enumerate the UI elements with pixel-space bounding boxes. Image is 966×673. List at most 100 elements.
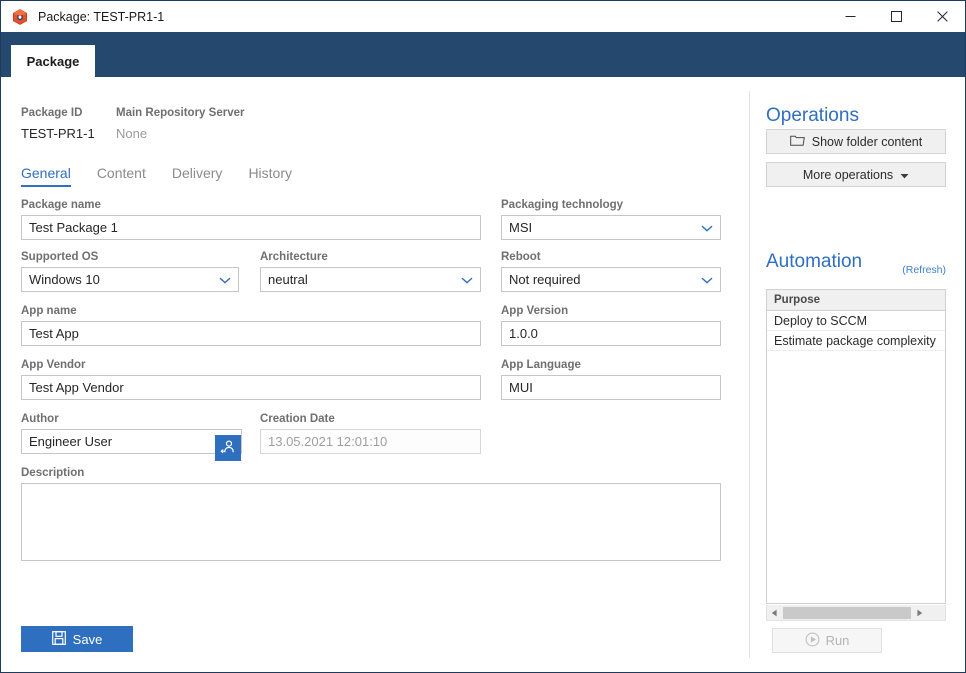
description-textarea[interactable] — [21, 483, 721, 561]
reboot-value: Not required — [509, 272, 581, 287]
repository-label: Main Repository Server — [116, 107, 245, 119]
scroll-left-arrow-icon[interactable] — [767, 606, 782, 620]
scroll-right-arrow-icon[interactable] — [912, 606, 927, 620]
meta-repository: Main Repository Server None — [116, 107, 244, 141]
run-button-label: Run — [825, 633, 850, 648]
packaging-technology-label: Packaging technology — [501, 199, 624, 211]
tab-package[interactable]: Package — [11, 45, 95, 77]
table-row[interactable]: Deploy to SCCM — [767, 311, 945, 331]
subtab-bar: General Content Delivery History — [21, 165, 292, 187]
window-title: Package: TEST-PR1-1 — [38, 9, 165, 24]
subtab-history[interactable]: History — [248, 165, 292, 187]
window-body: Package ID TEST-PR1-1 Main Repository Se… — [1, 77, 965, 672]
app-version-input[interactable] — [501, 321, 721, 346]
chevron-down-icon — [701, 220, 713, 235]
field-app-vendor: App Vendor — [21, 359, 481, 400]
titlebar: Package: TEST-PR1-1 — [1, 1, 965, 32]
maximize-icon[interactable] — [873, 1, 919, 32]
supported-os-select[interactable]: Windows 10 — [21, 267, 239, 292]
author-input[interactable] — [21, 429, 242, 454]
run-button: Run — [772, 628, 882, 653]
scrollbar-thumb[interactable] — [783, 606, 911, 619]
show-folder-content-button[interactable]: Show folder content — [766, 129, 946, 154]
automation-row-purpose: Deploy to SCCM — [774, 313, 868, 328]
packaging-technology-value: MSI — [509, 220, 533, 235]
author-picker-button[interactable] — [215, 435, 241, 461]
automation-refresh-link[interactable]: (Refresh) — [902, 264, 946, 276]
window-controls — [827, 1, 965, 32]
automation-row-purpose: Estimate package complexity — [774, 333, 936, 348]
app-language-input[interactable] — [501, 375, 721, 400]
more-operations-button[interactable]: More operations — [766, 162, 946, 187]
app-vendor-input[interactable] — [21, 375, 481, 400]
chevron-down-icon — [219, 272, 231, 287]
automation-table: Purpose Deploy to SCCM Estimate package … — [766, 289, 946, 604]
chevron-down-icon — [461, 272, 473, 287]
field-reboot: Reboot Not required — [501, 251, 721, 292]
automation-hscrollbar[interactable] — [766, 605, 946, 621]
tab-package-label: Package — [26, 53, 80, 69]
field-architecture: Architecture neutral — [260, 251, 481, 292]
minimize-icon[interactable] — [827, 1, 873, 32]
reboot-label: Reboot — [501, 251, 541, 263]
operations-section: Show folder content More operations — [766, 129, 946, 187]
user-insert-icon — [220, 439, 236, 458]
app-vendor-label: App Vendor — [21, 359, 86, 371]
table-row[interactable]: Estimate package complexity — [767, 331, 945, 351]
architecture-value: neutral — [268, 272, 308, 287]
field-creation-date: Creation Date — [260, 413, 481, 454]
meta-package-id: Package ID TEST-PR1-1 — [21, 107, 116, 141]
app-language-label: App Language — [501, 359, 581, 371]
chevron-down-icon — [701, 272, 713, 287]
package-name-label: Package name — [21, 199, 101, 211]
creation-date-label: Creation Date — [260, 413, 335, 425]
field-app-language: App Language — [501, 359, 721, 400]
subtab-delivery-label: Delivery — [171, 165, 223, 181]
field-supported-os: Supported OS Windows 10 — [21, 251, 239, 292]
creation-date-input — [260, 429, 481, 454]
architecture-label: Architecture — [260, 251, 328, 263]
save-button-label: Save — [72, 631, 103, 647]
play-circle-icon — [805, 632, 820, 650]
package-meta: Package ID TEST-PR1-1 Main Repository Se… — [21, 107, 244, 141]
header-band: Package — [1, 32, 965, 77]
package-cube-icon — [11, 8, 29, 26]
save-button[interactable]: Save — [21, 626, 133, 652]
panel-divider — [749, 91, 750, 658]
automation-column-purpose: Purpose — [767, 290, 945, 311]
floppy-save-icon — [51, 630, 66, 648]
field-app-name: App name — [21, 305, 481, 346]
reboot-select[interactable]: Not required — [501, 267, 721, 292]
supported-os-value: Windows 10 — [29, 272, 100, 287]
automation-section: Automation (Refresh) — [766, 251, 946, 279]
subtab-delivery[interactable]: Delivery — [172, 165, 223, 187]
operations-title: Operations — [766, 105, 859, 126]
package-name-input[interactable] — [21, 215, 481, 240]
user-insert-button[interactable] — [215, 435, 241, 461]
folder-icon — [789, 134, 805, 149]
architecture-select[interactable]: neutral — [260, 267, 481, 292]
supported-os-label: Supported OS — [21, 251, 99, 263]
field-author: Author — [21, 413, 242, 454]
chevron-down-icon — [900, 168, 909, 182]
description-label: Description — [21, 467, 85, 479]
app-version-label: App Version — [501, 305, 569, 317]
automation-header: Automation (Refresh) — [766, 251, 946, 279]
package-id-value: TEST-PR1-1 — [21, 126, 95, 141]
packaging-technology-select[interactable]: MSI — [501, 215, 721, 240]
app-name-label: App name — [21, 305, 77, 317]
package-id-label: Package ID — [21, 107, 83, 119]
subtab-general[interactable]: General — [21, 165, 71, 187]
close-icon[interactable] — [919, 1, 965, 32]
subtab-history-label: History — [248, 165, 292, 181]
subtab-general-label: General — [21, 165, 71, 181]
author-label: Author — [21, 413, 59, 425]
subtab-content-label: Content — [96, 165, 146, 181]
package-editor-window: Package: TEST-PR1-1 Package Package ID T… — [0, 0, 966, 673]
subtab-content[interactable]: Content — [97, 165, 146, 187]
field-app-version: App Version — [501, 305, 721, 346]
app-name-input[interactable] — [21, 321, 481, 346]
repository-value: None — [116, 126, 148, 141]
field-package-name: Package name — [21, 199, 481, 240]
field-description: Description — [21, 467, 721, 566]
